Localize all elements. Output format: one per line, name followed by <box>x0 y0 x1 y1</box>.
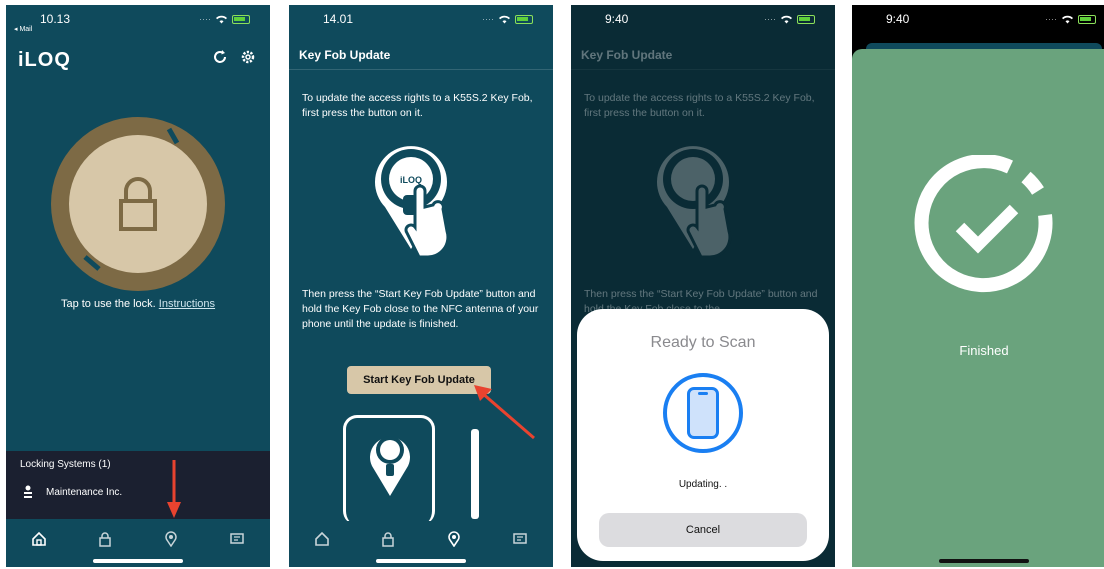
home-indicator <box>93 559 183 563</box>
keyfob-update-screen: 14.01 ···· Key Fob Update To update the … <box>289 5 553 567</box>
lock-button[interactable] <box>51 117 225 291</box>
updating-status: Updating. . <box>678 479 728 490</box>
lock-icon[interactable] <box>380 531 396 547</box>
battery-icon <box>515 14 533 24</box>
home-screen: ◂ Mail 10.13 ···· iLOQ Tap to use the lo… <box>6 5 270 567</box>
locking-systems-title: Locking Systems (1) <box>20 459 111 470</box>
status-time: 10.13 <box>40 12 71 26</box>
home-icon[interactable] <box>314 531 330 547</box>
tab-bar <box>6 521 270 557</box>
padlock-icon <box>119 177 157 231</box>
signal-icon: ···· <box>764 14 776 24</box>
ready-to-scan-title: Ready to Scan <box>650 334 756 351</box>
annotation-arrow-diagonal <box>474 385 535 440</box>
status-indicators: ···· <box>482 14 533 24</box>
status-bar: 9:40 ···· <box>852 5 1104 35</box>
status-bar: 14.01 ···· <box>289 5 553 35</box>
nav-divider <box>571 69 835 70</box>
lock-icon[interactable] <box>97 531 113 547</box>
finished-screen: 9:40 ···· Finished <box>852 5 1104 567</box>
signal-icon: ···· <box>1045 14 1057 24</box>
organization-name[interactable]: Maintenance Inc. <box>46 487 122 498</box>
page-title: Key Fob Update <box>581 48 673 62</box>
refresh-icon[interactable] <box>212 49 228 65</box>
cancel-button[interactable]: Cancel <box>599 513 807 547</box>
nfc-scan-screen: 9:40 ···· Key Fob Update To update the a… <box>571 5 835 567</box>
status-indicators: ···· <box>199 14 250 24</box>
messages-icon[interactable] <box>512 531 528 547</box>
phone-scan-icon <box>663 373 743 453</box>
instruction-text-2: Then press the “Start Key Fob Update” bu… <box>302 288 539 330</box>
finished-label: Finished <box>959 343 1009 358</box>
wifi-icon <box>781 15 792 24</box>
home-indicator <box>939 559 1029 563</box>
status-bar: ◂ Mail 10.13 ···· <box>6 5 270 35</box>
phone-glyph <box>687 387 719 439</box>
header-actions <box>212 49 256 65</box>
signal-icon: ···· <box>482 14 494 24</box>
nfc-scan-sheet: Ready to Scan Updating. . Cancel <box>577 309 829 561</box>
instructions-link[interactable]: Instructions <box>159 298 215 310</box>
app-logo: iLOQ <box>18 49 71 71</box>
battery-icon <box>797 14 815 24</box>
battery-icon <box>232 14 250 24</box>
tap-instruction: Tap to use the lock. Instructions <box>6 298 270 310</box>
hand-press-icon <box>657 146 732 259</box>
hand-press-icon: iLOQ <box>375 146 450 259</box>
back-to-mail-label[interactable]: ◂ Mail <box>14 25 32 33</box>
battery-icon <box>1078 14 1096 24</box>
fob-logo: iLOQ <box>400 175 422 185</box>
locking-systems-panel[interactable]: Locking Systems (1) Maintenance Inc. <box>6 451 270 519</box>
lock-inner-circle <box>69 135 207 273</box>
status-indicators: ···· <box>764 14 815 24</box>
wifi-icon <box>216 15 227 24</box>
home-indicator <box>376 559 466 563</box>
status-bar: 9:40 ···· <box>571 5 835 35</box>
wifi-icon <box>499 15 510 24</box>
instruction-text-1: To update the access rights to a K55S.2 … <box>302 92 533 119</box>
keyfob-icon[interactable] <box>163 531 179 547</box>
instruction-text-1: To update the access rights to a K55S.2 … <box>584 92 815 119</box>
messages-icon[interactable] <box>229 531 245 547</box>
keyfob-illustration <box>370 436 410 496</box>
start-keyfob-update-button[interactable]: Start Key Fob Update <box>347 366 491 394</box>
status-time: 9:40 <box>605 12 629 26</box>
organization-icon <box>24 485 32 498</box>
status-time: 9:40 <box>886 12 910 26</box>
home-icon[interactable] <box>31 531 47 547</box>
wifi-icon <box>1062 15 1073 24</box>
tab-bar <box>289 521 553 557</box>
status-time: 14.01 <box>323 12 354 26</box>
keyfob-icon[interactable] <box>446 531 462 547</box>
page-title: Key Fob Update <box>299 48 391 62</box>
nfc-reader-illustration <box>471 429 479 519</box>
annotation-arrow-down <box>167 460 181 518</box>
nav-divider <box>289 69 553 70</box>
checkmark-icon <box>914 155 1053 293</box>
status-indicators: ···· <box>1045 14 1096 24</box>
gear-icon[interactable] <box>240 49 256 65</box>
phone-illustration <box>343 415 435 525</box>
success-card: Finished <box>852 49 1104 567</box>
tap-text: Tap to use the lock. <box>60 298 156 310</box>
signal-icon: ···· <box>199 14 211 24</box>
